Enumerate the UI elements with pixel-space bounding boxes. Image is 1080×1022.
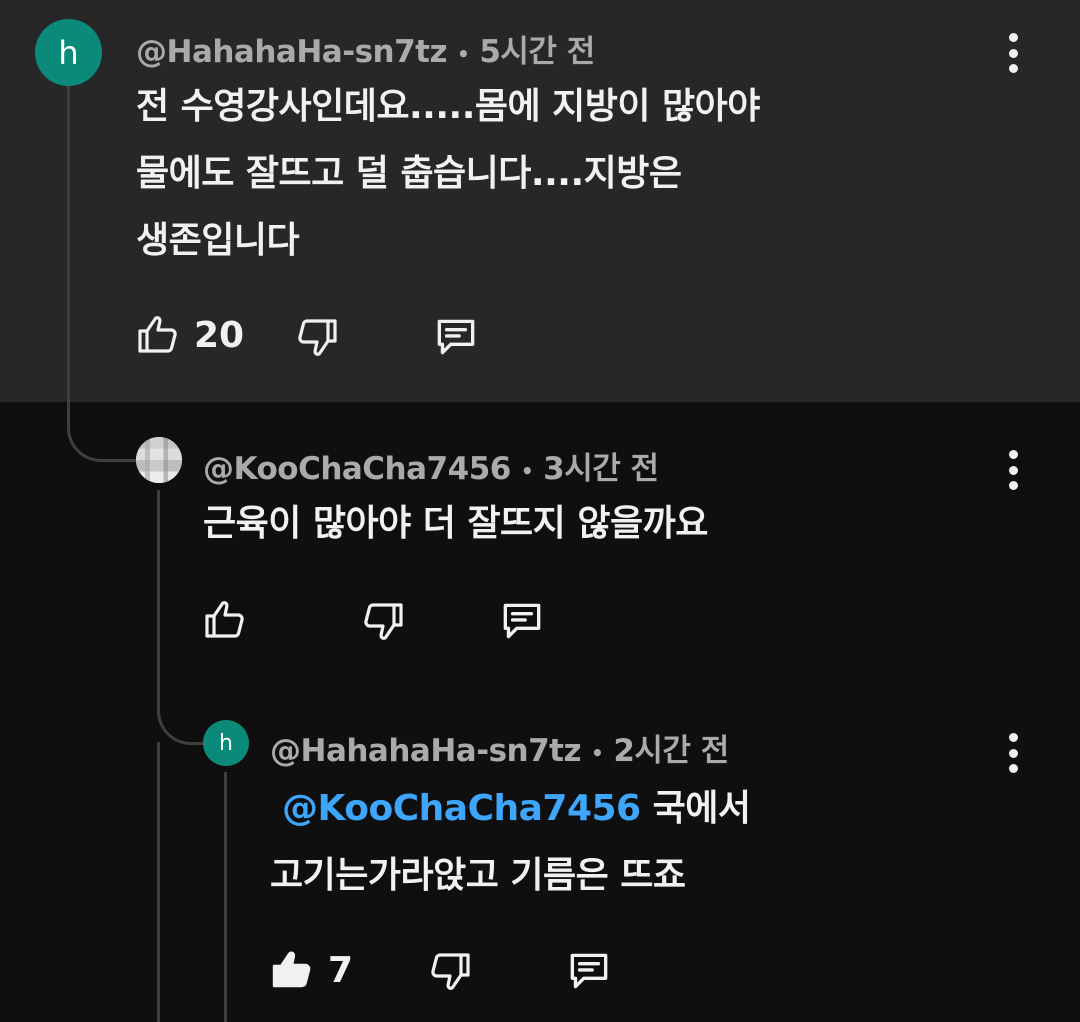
avatar[interactable] xyxy=(136,437,182,483)
author-name[interactable]: @KooChaCha7456 xyxy=(203,451,511,487)
thumbs-down-icon xyxy=(298,319,337,356)
more-vertical-icon[interactable] xyxy=(1001,733,1025,773)
meta-separator: • xyxy=(457,41,470,66)
avatar-letter: h xyxy=(58,33,79,72)
comment-line: 물에도 잘뜨고 덜 춥습니다....지방은 xyxy=(136,153,682,194)
comment-meta: @KooChaCha7456 • 3시간 전 xyxy=(203,443,659,488)
thumbs-down-icon xyxy=(431,953,470,990)
comment-text: 전 수영강사인데요.....몸에 지방이 많아야 물에도 잘뜨고 덜 춥습니다.… xyxy=(136,73,760,274)
thread-line xyxy=(224,772,227,1022)
reply-button[interactable] xyxy=(431,312,481,362)
author-name[interactable]: @HahahaHa-sn7tz xyxy=(270,733,582,769)
dislike-button[interactable] xyxy=(359,597,407,645)
thread-connector xyxy=(157,690,204,745)
avatar[interactable]: h xyxy=(203,720,249,766)
meta-separator: • xyxy=(591,740,604,765)
thread-connector xyxy=(67,86,136,462)
thumbs-up-icon xyxy=(272,951,311,988)
thumbs-up-icon xyxy=(205,601,244,638)
comment-time: 5시간 전 xyxy=(479,34,595,70)
like-count: 20 xyxy=(194,314,245,356)
comment-time: 2시간 전 xyxy=(613,733,729,769)
reply-icon xyxy=(570,953,608,989)
like-button[interactable]: 20 xyxy=(134,311,244,359)
reply-icon xyxy=(503,603,541,639)
comment-text: 근육이 많아야 더 잘뜨지 않을까요 xyxy=(203,490,708,557)
author-name[interactable]: @HahahaHa-sn7tz xyxy=(136,34,448,70)
comment-line: 생존입니다 xyxy=(136,220,300,261)
dislike-button[interactable] xyxy=(293,313,341,361)
like-count: 7 xyxy=(328,949,354,991)
avatar-image xyxy=(136,437,182,483)
avatar[interactable]: h xyxy=(35,19,102,86)
meta-separator: • xyxy=(520,458,534,483)
more-vertical-icon[interactable] xyxy=(1001,33,1025,73)
comment-line: @KooChaCha7456 국에서 xyxy=(270,775,751,842)
comment-line-text: 국에서 xyxy=(652,788,751,829)
reply-button[interactable] xyxy=(497,596,547,646)
comment-line: 전 수영강사인데요.....몸에 지방이 많아야 xyxy=(136,86,760,127)
comment-line: 고기는가라앉고 기름은 뜨죠 xyxy=(270,855,686,896)
dislike-button[interactable] xyxy=(426,947,474,995)
thumbs-down-icon xyxy=(364,603,403,640)
thread-line xyxy=(157,742,160,1022)
reply-button[interactable] xyxy=(564,946,614,996)
comment-time: 3시간 전 xyxy=(543,451,659,487)
thumbs-up-icon xyxy=(138,316,177,353)
like-button[interactable]: 7 xyxy=(268,946,353,994)
like-button[interactable] xyxy=(201,596,261,644)
avatar-letter: h xyxy=(219,730,233,756)
comment-meta: @HahahaHa-sn7tz • 2시간 전 xyxy=(270,725,729,770)
comment-line: 근육이 많아야 더 잘뜨지 않을까요 xyxy=(203,503,708,544)
comment-text: @KooChaCha7456 국에서 고기는가라앉고 기름은 뜨죠 xyxy=(270,775,751,909)
reply-icon xyxy=(437,319,475,355)
thread-line xyxy=(157,490,160,690)
mention-link[interactable]: @KooChaCha7456 xyxy=(282,788,641,829)
more-vertical-icon[interactable] xyxy=(1001,450,1025,490)
comment-meta: @HahahaHa-sn7tz • 5시간 전 xyxy=(136,26,595,71)
